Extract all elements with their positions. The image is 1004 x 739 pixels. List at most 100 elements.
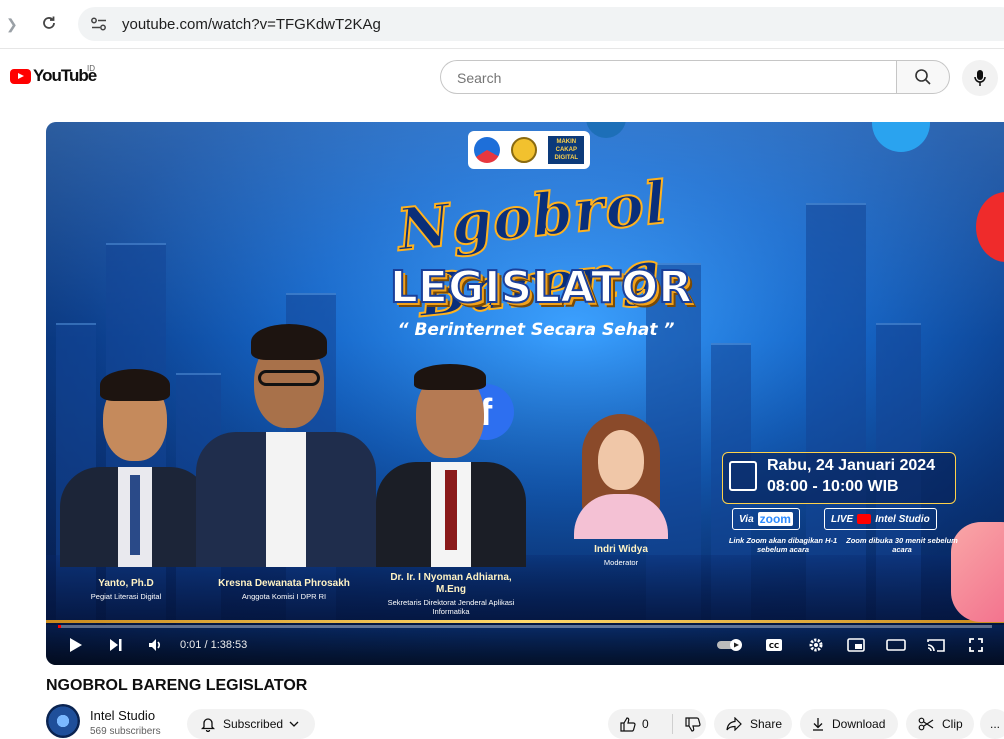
browser-toolbar: ❯ youtube.com/watch?v=TFGKdwT2KAg xyxy=(0,0,1004,48)
speaker-label-3: Dr. Ir. I Nyoman Adhiarna, M.Eng Sekreta… xyxy=(386,572,516,616)
bell-icon xyxy=(201,717,215,732)
moderator-role: Moderator xyxy=(603,558,639,567)
like-dislike-group: 0 xyxy=(608,709,706,739)
live-label: LIVE xyxy=(831,513,854,525)
moderator-photo xyxy=(566,414,676,539)
like-count: 0 xyxy=(642,717,649,731)
download-label: Download xyxy=(832,717,886,731)
search-input[interactable] xyxy=(455,69,879,87)
share-icon xyxy=(726,717,742,731)
mute-button[interactable] xyxy=(144,633,168,657)
subscribed-button[interactable]: Subscribed xyxy=(187,709,315,739)
like-button[interactable]: 0 xyxy=(608,716,672,732)
next-icon xyxy=(110,639,122,651)
instagram-icon xyxy=(951,522,1004,622)
progress-bar[interactable] xyxy=(58,625,992,628)
youtube-small-icon xyxy=(857,514,872,524)
youtube-play-icon xyxy=(10,68,31,84)
moderator-name: Indri Widya xyxy=(594,544,648,555)
time-display: 0:01 / 1:38:53 xyxy=(180,639,248,651)
channel-name[interactable]: Intel Studio xyxy=(90,708,155,723)
voice-search-button[interactable] xyxy=(962,60,998,96)
svg-text:CC: CC xyxy=(769,642,779,650)
speaker-label-1: Yanto, Ph.D Pegiat Literasi Digital xyxy=(66,578,186,601)
gold-stripe xyxy=(46,620,1004,623)
zoom-link-note: Link Zoom akan dibagikan H-1 sebelum aca… xyxy=(728,536,838,554)
play-button[interactable] xyxy=(64,633,88,657)
speaker-photo-3 xyxy=(376,362,526,567)
subscribed-label: Subscribed xyxy=(223,717,284,731)
event-time: 08:00 - 10:00 WIB xyxy=(767,478,899,495)
speaker-role: Pegiat Literasi Digital xyxy=(90,592,162,601)
more-actions-button[interactable]: ... xyxy=(980,709,1004,739)
reload-icon xyxy=(43,16,55,29)
live-badge: LIVE Intel Studio xyxy=(824,508,937,530)
more-icon: ... xyxy=(989,717,1000,731)
microphone-icon xyxy=(974,70,986,86)
search-button[interactable] xyxy=(896,60,950,94)
thumbs-down-icon xyxy=(685,716,701,732)
speaker-role: Sekretaris Direktorat Jenderal Aplikasi … xyxy=(387,598,515,616)
autoplay-toggle[interactable] xyxy=(714,633,748,657)
schedule-box: Rabu, 24 Januari 2024 08:00 - 10:00 WIB xyxy=(722,452,956,504)
site-settings-icon[interactable] xyxy=(88,14,110,34)
cast-button[interactable] xyxy=(924,633,948,657)
speaker-label-2: Kresna Dewanata Phrosakh Anggota Komisi … xyxy=(204,578,364,601)
play-icon xyxy=(70,638,82,652)
volume-icon xyxy=(149,639,161,651)
progress-fill xyxy=(58,625,61,628)
clip-button[interactable]: Clip xyxy=(906,709,974,739)
theater-icon xyxy=(886,639,906,651)
speaker-role: Anggota Komisi I DPR RI xyxy=(241,592,327,601)
autoplay-icon xyxy=(717,639,742,651)
kominfo-logo xyxy=(473,137,500,163)
youtube-logo[interactable]: YouTube xyxy=(10,66,97,86)
thumbnail-tagline: “ Berinternet Secara Sehat ” xyxy=(397,320,675,340)
miniplayer-icon xyxy=(847,638,865,652)
speaker-name: Dr. Ir. I Nyoman Adhiarna, M.Eng xyxy=(390,572,512,595)
scissors-icon xyxy=(918,717,934,731)
download-button[interactable]: Download xyxy=(800,709,898,739)
zoom-badge: Via zoom xyxy=(732,508,800,530)
miniplayer-button[interactable] xyxy=(844,633,868,657)
zoom-logo: zoom xyxy=(757,512,793,526)
download-icon xyxy=(812,717,824,731)
search-icon xyxy=(915,69,931,85)
captions-icon: CC xyxy=(766,639,782,651)
fullscreen-icon xyxy=(969,638,983,652)
subscriber-count: 569 subscribers xyxy=(90,726,161,737)
reload-button[interactable] xyxy=(34,8,64,38)
clip-label: Clip xyxy=(942,717,963,731)
video-title: NGOBROL BARENG LEGISLATOR xyxy=(46,677,308,694)
divider xyxy=(0,48,1004,49)
dpr-logo xyxy=(510,137,537,163)
speaker-photo-1 xyxy=(60,367,210,567)
gear-icon xyxy=(809,638,823,652)
speaker-name: Yanto, Ph.D xyxy=(98,578,154,589)
makin-cakap-digital-logo: MAKIN CAKAP DIGITAL xyxy=(548,136,585,164)
player-controls: 0:01 / 1:38:53 CC xyxy=(46,625,1004,665)
channel-avatar[interactable] xyxy=(46,704,80,738)
sponsor-logos: MAKIN CAKAP DIGITAL xyxy=(468,131,590,169)
next-button[interactable] xyxy=(104,633,128,657)
live-channel: Intel Studio xyxy=(875,513,930,525)
calendar-icon xyxy=(729,461,757,491)
fullscreen-button[interactable] xyxy=(964,633,988,657)
dislike-button[interactable] xyxy=(673,716,701,732)
event-date: Rabu, 24 Januari 2024 xyxy=(767,457,936,474)
share-button[interactable]: Share xyxy=(714,709,792,739)
settings-button[interactable] xyxy=(804,633,828,657)
moderator-label: Indri Widya Moderator xyxy=(566,544,676,567)
speaker-photo-2 xyxy=(196,322,376,567)
forward-icon[interactable]: ❯ xyxy=(6,16,18,33)
chevron-down-icon xyxy=(289,721,299,727)
speaker-name: Kresna Dewanata Phrosakh xyxy=(218,578,350,589)
cast-icon xyxy=(927,639,945,652)
captions-button[interactable]: CC xyxy=(762,633,786,657)
url-text[interactable]: youtube.com/watch?v=TFGKdwT2KAg xyxy=(122,16,381,33)
search-box[interactable] xyxy=(440,60,896,94)
theater-mode-button[interactable] xyxy=(884,633,908,657)
thumbs-up-icon xyxy=(620,716,636,732)
via-label: Via xyxy=(739,513,754,525)
video-player[interactable]: f MAKIN CAKAP DIGITAL Ngobrol Bareng LEGIS… xyxy=(46,122,1004,665)
